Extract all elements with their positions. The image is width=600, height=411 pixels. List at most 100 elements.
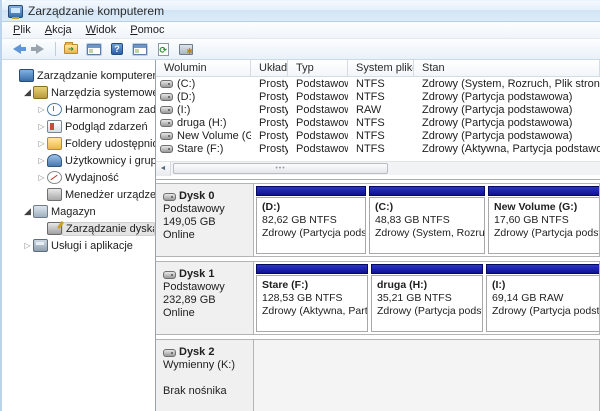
action-pane-button[interactable] [130, 40, 150, 58]
up-level-button[interactable] [61, 40, 81, 58]
back-button[interactable] [7, 40, 27, 58]
disk-row-2: Dysk 2Wymienny (K:) Brak nośnika [156, 339, 600, 411]
toolbar: ? [2, 39, 600, 60]
volume-drive-icon [160, 80, 173, 88]
tree-item-storage[interactable]: ◢Magazyn [4, 203, 155, 220]
volume-status: Zdrowy (Aktywna, Partycja podstawowa) [414, 143, 600, 155]
volume-row[interactable]: (I:)ProstyPodstawowyRAWZdrowy (Partycja … [156, 103, 600, 116]
partition-block[interactable]: New Volume (G:)17,60 GB NTFSZdrowy (Part… [488, 186, 599, 254]
rescan-disks-button[interactable] [176, 40, 196, 58]
diskmgmt-icon [47, 222, 62, 235]
tree-item-users[interactable]: ▷Użytkownicy i grupy lok [4, 152, 155, 169]
partition-info: (C:)48,83 GB NTFSZdrowy (System, Rozruch… [369, 197, 485, 254]
tree-item-event[interactable]: ▷ Podgląd zdarzeń [4, 118, 155, 135]
volume-fs: NTFS [348, 117, 414, 129]
partition-block[interactable]: druga (H:)35,21 GB NTFSZdrowy (Partycja … [371, 264, 483, 332]
details-pane: WoluminUkładTypSystem plikówStan (C:)Pro… [156, 60, 600, 411]
volume-fs: NTFS [348, 78, 414, 90]
tree-item-tools[interactable]: ◢Narzędzia systemowe [4, 84, 155, 101]
disk-icon [163, 193, 176, 201]
partition-block[interactable]: (D:)82,62 GB NTFSZdrowy (Partycja podsta… [256, 186, 366, 254]
tree-expander-icon[interactable]: ▷ [36, 139, 47, 148]
menu-item-plik[interactable]: Plik [6, 23, 38, 37]
title-bar[interactable]: Zarządzanie komputerem [2, 0, 600, 22]
tree-item-perf[interactable]: ▷Wydajność [4, 169, 155, 186]
column-header-3[interactable]: System plików [348, 60, 414, 76]
horizontal-scrollbar[interactable]: ◄ ••• [156, 161, 600, 175]
tree-item-services[interactable]: ▷Usługi i aplikacje [4, 237, 155, 254]
partition-size_fs: 69,14 GB RAW [492, 292, 599, 305]
tree-expander-icon[interactable]: ▷ [36, 105, 47, 114]
partition-color-bar [486, 264, 599, 274]
services-icon [33, 239, 48, 252]
volume-status: Zdrowy (Partycja podstawowa) [414, 117, 600, 129]
volume-layout: Prosty [251, 91, 288, 103]
disk-type: Podstawowy [163, 281, 249, 294]
menu-item-pomoc[interactable]: Pomoc [123, 23, 171, 37]
volume-row[interactable]: (D:)ProstyPodstawowyNTFSZdrowy (Partycja… [156, 90, 600, 103]
partition-name: (C:) [375, 201, 484, 214]
volume-row[interactable]: (C:)ProstyPodstawowyNTFSZdrowy (System, … [156, 77, 600, 90]
disk-name: Dysk 2 [179, 346, 214, 359]
menu-item-akcja[interactable]: Akcja [38, 23, 79, 37]
volume-drive-icon [160, 119, 173, 127]
menu-item-widok[interactable]: Widok [79, 23, 124, 37]
help-icon: ? [111, 43, 123, 55]
volume-list-rows: (C:)ProstyPodstawowyNTFSZdrowy (System, … [156, 77, 600, 155]
volume-list: WoluminUkładTypSystem plikówStan (C:)Pro… [156, 60, 600, 161]
tree-item-computer[interactable]: Zarządzanie komputerem (loka [4, 67, 155, 84]
disk-partitions-area: Stare (F:)128,53 GB NTFSZdrowy (Aktywna,… [254, 262, 599, 334]
volume-list-header: WoluminUkładTypSystem plikówStan [156, 60, 600, 77]
partition-block[interactable]: Stare (F:)128,53 GB NTFSZdrowy (Aktywna,… [256, 264, 368, 332]
partition-name: druga (H:) [377, 279, 482, 292]
partition-color-bar [369, 186, 485, 196]
disk-size: 232,89 GB [163, 294, 249, 307]
volume-row[interactable]: druga (H:)ProstyPodstawowyNTFSZdrowy (Pa… [156, 116, 600, 129]
disk-label-1[interactable]: Dysk 1Podstawowy232,89 GBOnline [156, 262, 254, 334]
volume-row[interactable]: New Volume (G:)ProstyPodstawowyNTFSZdrow… [156, 129, 600, 142]
tree-item-shared[interactable]: ▷Foldery udostępnione [4, 135, 155, 152]
volume-name-text: New Volume (G:) [177, 130, 251, 142]
tree-expander-icon[interactable]: ▷ [22, 241, 33, 250]
column-header-0[interactable]: Wolumin [156, 60, 251, 76]
tree-expander-icon[interactable]: ▷ [36, 173, 47, 182]
volume-name: druga (H:) [156, 117, 251, 129]
disk-label-2[interactable]: Dysk 2Wymienny (K:) Brak nośnika [156, 340, 254, 411]
tree-item-device[interactable]: Menedżer urządzeń [4, 186, 155, 203]
partition-size_fs: 128,53 GB NTFS [262, 292, 367, 305]
rescan-disks-icon [179, 44, 193, 55]
partition-block[interactable]: (I:)69,14 GB RAWZdrowy (Partycja podstaw… [486, 264, 599, 332]
event-icon [47, 120, 62, 133]
action-pane-window-icon [133, 44, 147, 55]
column-header-2[interactable]: Typ [288, 60, 348, 76]
console-tree-button[interactable] [84, 40, 104, 58]
tree-expander-icon[interactable]: ▷ [36, 156, 47, 165]
disk-type: Wymienny (K:) [163, 359, 249, 372]
tree-item-label: Zarządzanie dyskami [62, 222, 155, 236]
volume-row[interactable]: Stare (F:)ProstyPodstawowyNTFSZdrowy (Ak… [156, 142, 600, 155]
scrollbar-thumb[interactable]: ••• [173, 163, 388, 174]
disk-label-0[interactable]: Dysk 0Podstawowy149,05 GBOnline [156, 184, 254, 256]
tree-item-diskmgmt[interactable]: Zarządzanie dyskami [4, 220, 155, 237]
volume-status: Zdrowy (Partycja podstawowa) [414, 104, 600, 116]
column-header-4[interactable]: Stan [414, 60, 600, 76]
refresh-button[interactable] [153, 40, 173, 58]
help-button[interactable]: ? [107, 40, 127, 58]
forward-button[interactable] [30, 40, 50, 58]
disk-icon [163, 349, 176, 357]
volume-status: Zdrowy (Partycja podstawowa) [414, 91, 600, 103]
tree-item-label: Podgląd zdarzeń [62, 121, 148, 133]
toolbar-separator [55, 42, 56, 56]
volume-status: Zdrowy (Partycja podstawowa) [414, 130, 600, 142]
tree-item-clock[interactable]: ▷Harmonogram zadań [4, 101, 155, 118]
folder-up-icon [64, 44, 78, 54]
disk-status: Online [163, 307, 249, 320]
volume-drive-icon [160, 93, 173, 101]
tree-expander-icon[interactable]: ◢ [22, 87, 33, 98]
tree-expander-icon[interactable]: ▷ [36, 122, 47, 131]
tree-expander-icon[interactable]: ◢ [22, 206, 33, 217]
column-header-1[interactable]: Układ [251, 60, 288, 76]
scrollbar-left-arrow[interactable]: ◄ [156, 162, 171, 176]
partition-block[interactable]: (C:)48,83 GB NTFSZdrowy (System, Rozruch… [369, 186, 485, 254]
partition-size_fs: 82,62 GB NTFS [262, 214, 365, 227]
